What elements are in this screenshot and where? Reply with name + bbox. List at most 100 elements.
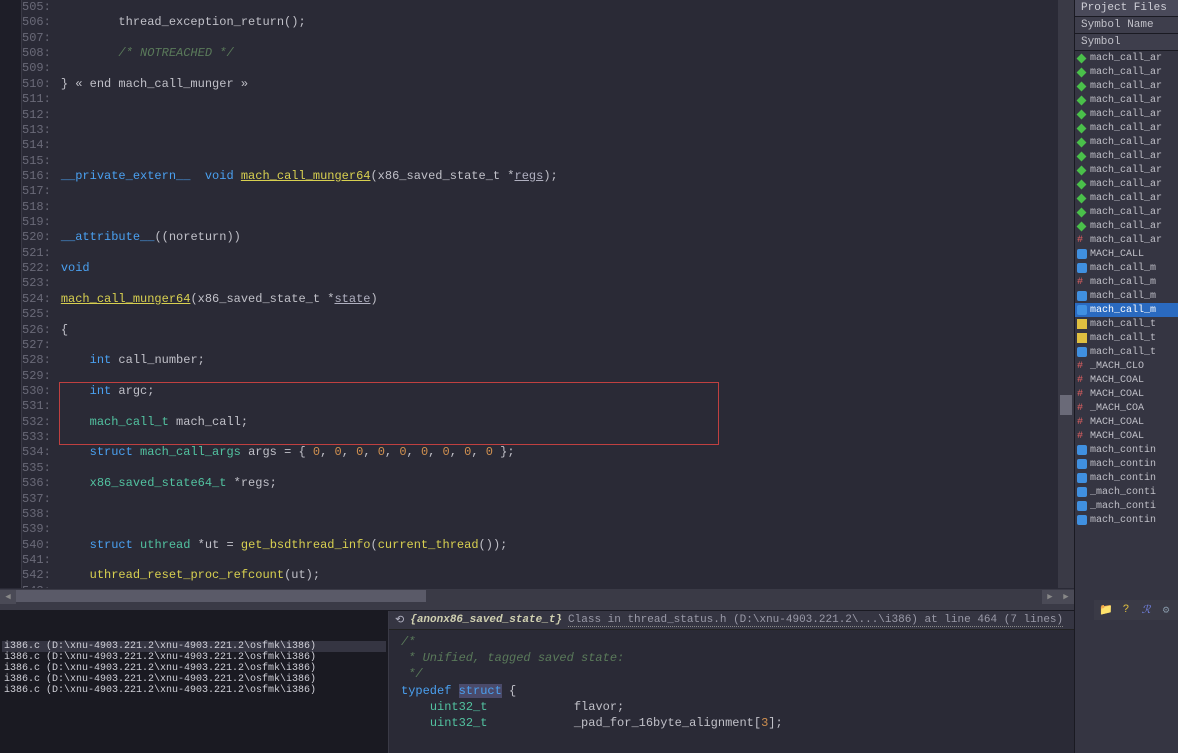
symbol-item[interactable]: mach_contin — [1075, 457, 1178, 471]
symbol-item[interactable]: mach_contin — [1075, 471, 1178, 485]
context-title: {anonx86_saved_state_t} — [410, 614, 562, 626]
symbol-item[interactable]: #MACH_COAL — [1075, 415, 1178, 429]
code-editor[interactable]: 505:506:507:508:509:510:511:512:513:514:… — [0, 0, 1074, 588]
symbol-item[interactable]: mach_call_m — [1075, 303, 1178, 317]
symbol-item[interactable]: mach_call_t — [1075, 317, 1178, 331]
symbol-item[interactable]: mach_call_ar — [1075, 121, 1178, 135]
fold-margin[interactable] — [0, 0, 22, 588]
symbol-item[interactable]: mach_call_t — [1075, 345, 1178, 359]
green-icon — [1077, 221, 1087, 231]
symbol-item[interactable]: #MACH_COAL — [1075, 387, 1178, 401]
symbol-item[interactable]: #MACH_COAL — [1075, 429, 1178, 443]
symbol-label: mach_call_ar — [1090, 123, 1162, 134]
symbol-label: mach_call_ar — [1090, 235, 1162, 246]
blue-icon — [1077, 501, 1087, 511]
symbol-label: _MACH_COA — [1090, 403, 1144, 414]
hash-icon: # — [1077, 417, 1087, 427]
blue-icon — [1077, 291, 1087, 301]
symbol-item[interactable]: mach_call_ar — [1075, 163, 1178, 177]
toolbar: 📁 ? ℛ ⚙ — [1094, 600, 1178, 620]
symbol-item[interactable]: mach_call_m — [1075, 289, 1178, 303]
green-icon — [1077, 165, 1087, 175]
blue-icon — [1077, 347, 1087, 357]
symbol-item[interactable]: mach_call_ar — [1075, 93, 1178, 107]
horizontal-scrollbar[interactable]: ◀ ▶ ▶ — [0, 588, 1074, 604]
symbol-item[interactable]: mach_call_t — [1075, 331, 1178, 345]
help-icon[interactable]: ? — [1118, 602, 1134, 618]
project-files-tab[interactable]: Project Files — [1075, 0, 1178, 17]
context-info: Class in thread_status.h (D:\xnu-4903.22… — [568, 614, 1063, 627]
scroll-thumb[interactable] — [16, 590, 426, 602]
symbol-item[interactable]: #_MACH_CLO — [1075, 359, 1178, 373]
reference-header[interactable]: i386.c (D:\xnu-4903.221.2\xnu-4903.221.2… — [2, 641, 386, 652]
vscroll-thumb[interactable] — [1060, 395, 1072, 415]
symbol-label: mach_call_ar — [1090, 165, 1162, 176]
symbol-item[interactable]: mach_call_m — [1075, 261, 1178, 275]
green-icon — [1077, 109, 1087, 119]
folder-icon[interactable]: 📁 — [1098, 602, 1114, 618]
symbol-item[interactable]: mach_call_ar — [1075, 149, 1178, 163]
symbol-item[interactable]: mach_call_ar — [1075, 191, 1178, 205]
blue-icon — [1077, 445, 1087, 455]
symbol-label: mach_call_ar — [1090, 193, 1162, 204]
symbol-name-header[interactable]: Symbol Name — [1075, 17, 1178, 34]
gear-icon[interactable]: ⚙ — [1158, 602, 1174, 618]
blue-icon — [1077, 305, 1087, 315]
scroll-right-arrow-2[interactable]: ▶ — [1058, 590, 1074, 604]
yellow-icon — [1077, 333, 1087, 343]
symbol-item[interactable]: mach_call_ar — [1075, 65, 1178, 79]
green-icon — [1077, 179, 1087, 189]
symbol-item[interactable]: mach_call_ar — [1075, 135, 1178, 149]
blue-icon — [1077, 459, 1087, 469]
symbol-item[interactable]: #_MACH_COA — [1075, 401, 1178, 415]
green-icon — [1077, 95, 1087, 105]
vertical-scrollbar[interactable] — [1058, 0, 1074, 588]
blue-icon — [1077, 473, 1087, 483]
green-icon — [1077, 193, 1087, 203]
context-code[interactable]: /* * Unified, tagged saved state: */ typ… — [389, 630, 1074, 753]
symbol-item[interactable]: mach_call_ar — [1075, 79, 1178, 93]
symbol-item[interactable]: mach_call_ar — [1075, 107, 1178, 121]
reference-item[interactable]: i386.c (D:\xnu-4903.221.2\xnu-4903.221.2… — [2, 674, 386, 685]
symbol-item[interactable]: mach_contin — [1075, 443, 1178, 457]
reference-item[interactable]: i386.c (D:\xnu-4903.221.2\xnu-4903.221.2… — [2, 663, 386, 674]
symbol-label: mach_call_t — [1090, 333, 1156, 344]
symbol-item[interactable]: #mach_call_ar — [1075, 233, 1178, 247]
symbol-item[interactable]: mach_call_ar — [1075, 51, 1178, 65]
reference-item[interactable]: i386.c (D:\xnu-4903.221.2\xnu-4903.221.2… — [2, 652, 386, 663]
symbol-panel[interactable]: Project Files Symbol Name Symbol mach_ca… — [1074, 0, 1178, 753]
symbol-label: mach_call_m — [1090, 277, 1156, 288]
symbol-item[interactable]: _mach_conti — [1075, 485, 1178, 499]
references-panel[interactable]: i386.c (D:\xnu-4903.221.2\xnu-4903.221.2… — [0, 611, 388, 753]
symbol-label: MACH_COAL — [1090, 375, 1144, 386]
symbol-item[interactable]: #mach_call_m — [1075, 275, 1178, 289]
symbol-item[interactable]: mach_call_ar — [1075, 219, 1178, 233]
symbol-item[interactable]: _mach_conti — [1075, 499, 1178, 513]
symbol-item[interactable]: mach_call_ar — [1075, 205, 1178, 219]
symbol-item[interactable]: mach_call_ar — [1075, 177, 1178, 191]
symbol-label: MACH_CALL — [1090, 249, 1144, 260]
hash-icon: # — [1077, 361, 1087, 371]
symbol-label: mach_call_ar — [1090, 81, 1162, 92]
blue-icon — [1077, 249, 1087, 259]
blue-icon — [1077, 263, 1087, 273]
scroll-left-arrow[interactable]: ◀ — [0, 590, 16, 604]
scroll-track[interactable] — [16, 590, 1042, 604]
blue-icon — [1077, 515, 1087, 525]
symbol-label: mach_call_m — [1090, 291, 1156, 302]
symbol-header[interactable]: Symbol — [1075, 34, 1178, 51]
symbol-label: _MACH_CLO — [1090, 361, 1144, 372]
symbol-item[interactable]: MACH_CALL — [1075, 247, 1178, 261]
reference-item[interactable]: i386.c (D:\xnu-4903.221.2\xnu-4903.221.2… — [2, 685, 386, 696]
scroll-right-arrow[interactable]: ▶ — [1042, 590, 1058, 604]
green-icon — [1077, 151, 1087, 161]
symbol-item[interactable]: #MACH_COAL — [1075, 373, 1178, 387]
symbol-label: mach_call_ar — [1090, 53, 1162, 64]
r-icon[interactable]: ℛ — [1138, 602, 1154, 618]
symbol-label: _mach_conti — [1090, 501, 1156, 512]
symbol-label: mach_call_t — [1090, 319, 1156, 330]
code-content[interactable]: thread_exception_return(); /* NOTREACHED… — [57, 0, 1058, 588]
context-panel: ⟲ {anonx86_saved_state_t} Class in threa… — [388, 611, 1074, 753]
hash-icon: # — [1077, 375, 1087, 385]
symbol-item[interactable]: mach_contin — [1075, 513, 1178, 527]
